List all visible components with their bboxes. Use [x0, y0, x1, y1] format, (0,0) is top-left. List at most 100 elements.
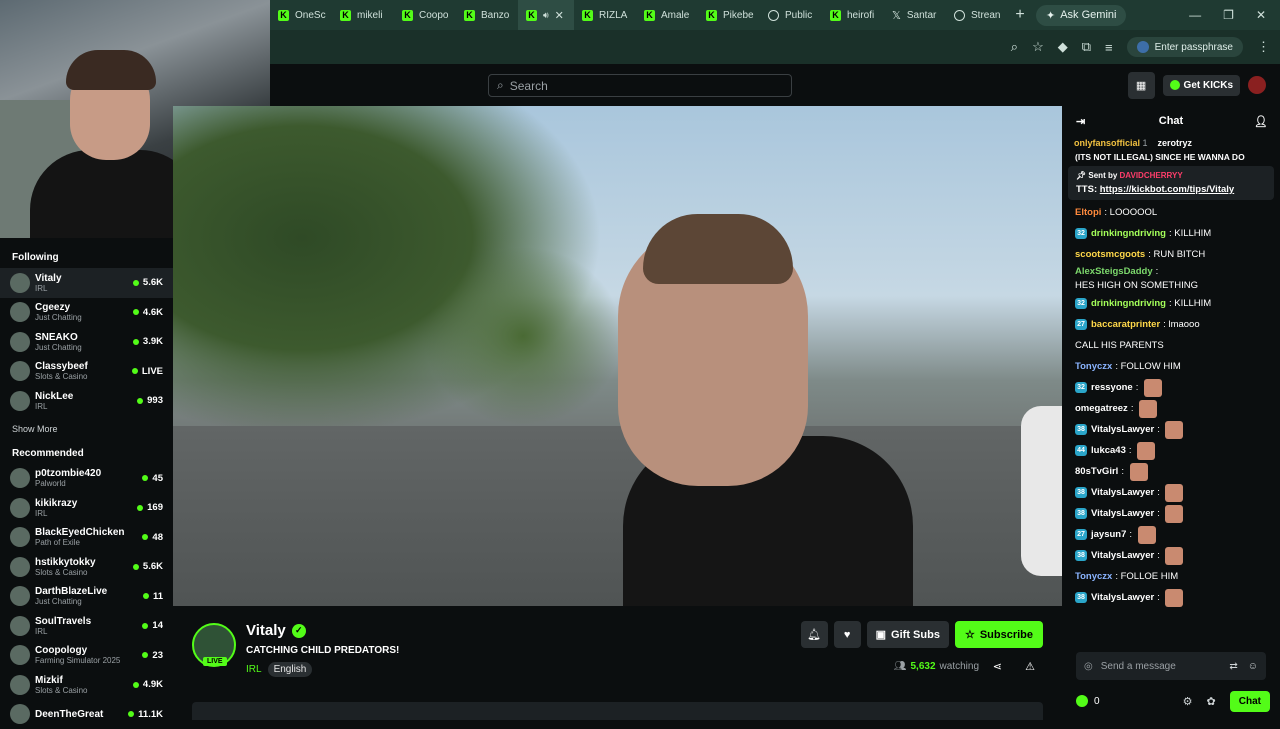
chat-username[interactable]: VitalysLawyer: [1091, 507, 1154, 521]
language-tag[interactable]: English: [268, 662, 313, 677]
audio-playing-icon[interactable]: 🔊︎: [543, 10, 549, 21]
layout-icon[interactable]: ▦: [1128, 72, 1155, 99]
chat-message: omegatreez:: [1062, 398, 1280, 419]
browser-tab[interactable]: KPikebe: [698, 0, 760, 30]
chat-text: CALL HIS PARENTS: [1075, 339, 1164, 353]
browser-tab[interactable]: KBanzo: [456, 0, 518, 30]
notification-bell-icon[interactable]: 🔔︎: [801, 621, 828, 648]
emoji-icon[interactable]: ☺: [1248, 661, 1258, 672]
channel-avatar: [10, 391, 30, 411]
minimize-icon[interactable]: —: [1189, 8, 1201, 22]
kick-favicon-icon: K: [402, 10, 413, 21]
gifter-item[interactable]: onlyfansofficial 1: [1074, 138, 1148, 148]
stream-actions: 🔔︎ ♥ ▣ Gift Subs ☆ Subscribe: [801, 621, 1043, 648]
zoom-icon[interactable]: ⌕: [1011, 39, 1018, 55]
gifter-item[interactable]: zerotryz: [1158, 138, 1193, 148]
media-queue-icon[interactable]: ≡: [1105, 40, 1113, 55]
ask-gemini-button[interactable]: ✦ Ask Gemini: [1036, 5, 1126, 26]
translate-icon[interactable]: ⇄: [1229, 661, 1237, 672]
follow-heart-icon[interactable]: ♥: [834, 621, 861, 648]
chat-input[interactable]: ◎ Send a message ⇄ ☺: [1076, 652, 1266, 680]
search-input[interactable]: ⌕ Search: [488, 74, 792, 97]
browser-tab[interactable]: KCoopo: [394, 0, 456, 30]
share-icon[interactable]: ⋖: [993, 660, 1002, 673]
puzzle-icon[interactable]: ⧉: [1082, 39, 1091, 55]
chat-username[interactable]: VitalysLawyer: [1091, 486, 1154, 500]
chat-username[interactable]: VitalysLawyer: [1091, 549, 1154, 563]
browser-tab[interactable]: 𝕏Santar: [884, 0, 946, 30]
gift-subs-button[interactable]: ▣ Gift Subs: [867, 621, 949, 648]
browser-tab[interactable]: Kmikeli: [332, 0, 394, 30]
browser-tab[interactable]: Public: [760, 0, 822, 30]
live-dot-icon: [133, 682, 139, 688]
browser-tab[interactable]: KRIZLA: [574, 0, 636, 30]
chat-message-partial: (ITS NOT ILLEGAL) SINCE HE WANNA DO: [1062, 150, 1280, 164]
sidebar-channel-item[interactable]: ClassybeefSlots & CasinoLIVE: [0, 357, 173, 387]
restore-icon[interactable]: ❐: [1223, 8, 1234, 22]
pinned-link[interactable]: https://kickbot.com/tips/Vitaly: [1100, 184, 1234, 195]
sidebar-channel-item[interactable]: kikikrazyIRL169: [0, 493, 173, 523]
category-link[interactable]: IRL: [246, 664, 262, 675]
chat-username[interactable]: AlexSteigsDaddy: [1075, 265, 1153, 279]
chat-username[interactable]: Tonyczx: [1075, 360, 1112, 374]
sidebar-channel-item[interactable]: p0tzombie420Palworld45: [0, 464, 173, 494]
new-tab-button[interactable]: +: [1008, 6, 1032, 24]
report-icon[interactable]: ⚠: [1025, 660, 1035, 673]
tab-label: RIZLA: [599, 10, 627, 21]
chat-username[interactable]: VitalysLawyer: [1091, 591, 1154, 605]
chat-username[interactable]: drinkingndriving: [1091, 297, 1166, 311]
sidebar-channel-item[interactable]: MizkifSlots & Casino4.9K: [0, 670, 173, 700]
chat-username[interactable]: jaysun7: [1091, 528, 1126, 542]
sidebar-channel-item[interactable]: SNEAKOJust Chatting3.9K: [0, 327, 173, 357]
chat-username[interactable]: Eltopi: [1075, 206, 1101, 220]
channel-category: IRL: [35, 509, 137, 518]
chat-username[interactable]: VitalysLawyer: [1091, 423, 1154, 437]
chat-username[interactable]: Tonyczx: [1075, 570, 1112, 584]
sidebar-channel-item[interactable]: BlackEyedChickenPath of Exile48: [0, 523, 173, 553]
close-tab-icon[interactable]: ✕: [555, 9, 564, 22]
sidebar-channel-item[interactable]: DeenTheGreat11.1K: [0, 700, 173, 729]
sidebar-channel-item[interactable]: CoopologyFarming Simulator 202523: [0, 641, 173, 671]
sidebar-channel-item[interactable]: CgeezyJust Chatting4.6K: [0, 298, 173, 328]
passphrase-button[interactable]: Enter passphrase: [1127, 37, 1243, 57]
sidebar-channel-item[interactable]: SoulTravelsIRL14: [0, 611, 173, 641]
get-kicks-button[interactable]: Get KICKs: [1163, 75, 1240, 96]
chat-text: KILLHIM: [1174, 227, 1211, 241]
video-player[interactable]: [173, 106, 1062, 606]
chat-username[interactable]: drinkingndriving: [1091, 227, 1166, 241]
chat-username[interactable]: scootsmcgoots: [1075, 248, 1145, 262]
browser-menu-icon[interactable]: ⋮: [1257, 39, 1270, 55]
close-window-icon[interactable]: ✕: [1256, 8, 1266, 22]
chat-username[interactable]: lukca43: [1091, 444, 1126, 458]
settings-gear-icon[interactable]: ⚙: [1183, 695, 1193, 708]
subscribe-button[interactable]: ☆ Subscribe: [955, 621, 1043, 648]
show-more-link[interactable]: Show More: [0, 416, 173, 442]
bookmark-star-icon[interactable]: ☆: [1032, 39, 1044, 55]
sidebar-channel-item[interactable]: hstikkytokkySlots & Casino5.6K: [0, 552, 173, 582]
channel-avatar: [10, 302, 30, 322]
channel-avatar: [10, 616, 30, 636]
rewards-icon[interactable]: ✿: [1207, 695, 1216, 708]
chat-username[interactable]: 80sTvGirl: [1075, 465, 1118, 479]
chat-message: 38VitalysLawyer:: [1062, 482, 1280, 503]
sidebar-channel-item[interactable]: NickLeeIRL993: [0, 386, 173, 416]
browser-tab[interactable]: KOneSc: [270, 0, 332, 30]
chat-username[interactable]: baccaratprinter: [1091, 318, 1160, 332]
sidebar-channel-item[interactable]: VitalyIRL5.6K: [0, 268, 173, 298]
chat-username[interactable]: ressyone: [1091, 381, 1133, 395]
browser-tab[interactable]: KAmale: [636, 0, 698, 30]
browser-tab[interactable]: Kheirofi: [822, 0, 884, 30]
collapse-chat-icon[interactable]: ⇥: [1076, 115, 1085, 128]
chat-message: 38VitalysLawyer:: [1062, 503, 1280, 524]
chat-users-icon[interactable]: 👤︎: [1254, 115, 1268, 128]
user-avatar[interactable]: [1248, 76, 1266, 94]
chat-send-button[interactable]: Chat: [1230, 691, 1270, 712]
extension-icon[interactable]: ◆: [1058, 39, 1068, 55]
channel-category: Palworld: [35, 479, 142, 488]
browser-tab[interactable]: K🔊︎✕: [518, 0, 574, 30]
chat-username[interactable]: omegatreez: [1075, 402, 1128, 416]
tab-label: heirofi: [847, 10, 874, 21]
live-dot-icon: [142, 623, 148, 629]
sidebar-channel-item[interactable]: DarthBlazeLiveJust Chatting11: [0, 582, 173, 612]
browser-tab[interactable]: Strean: [946, 0, 1008, 30]
